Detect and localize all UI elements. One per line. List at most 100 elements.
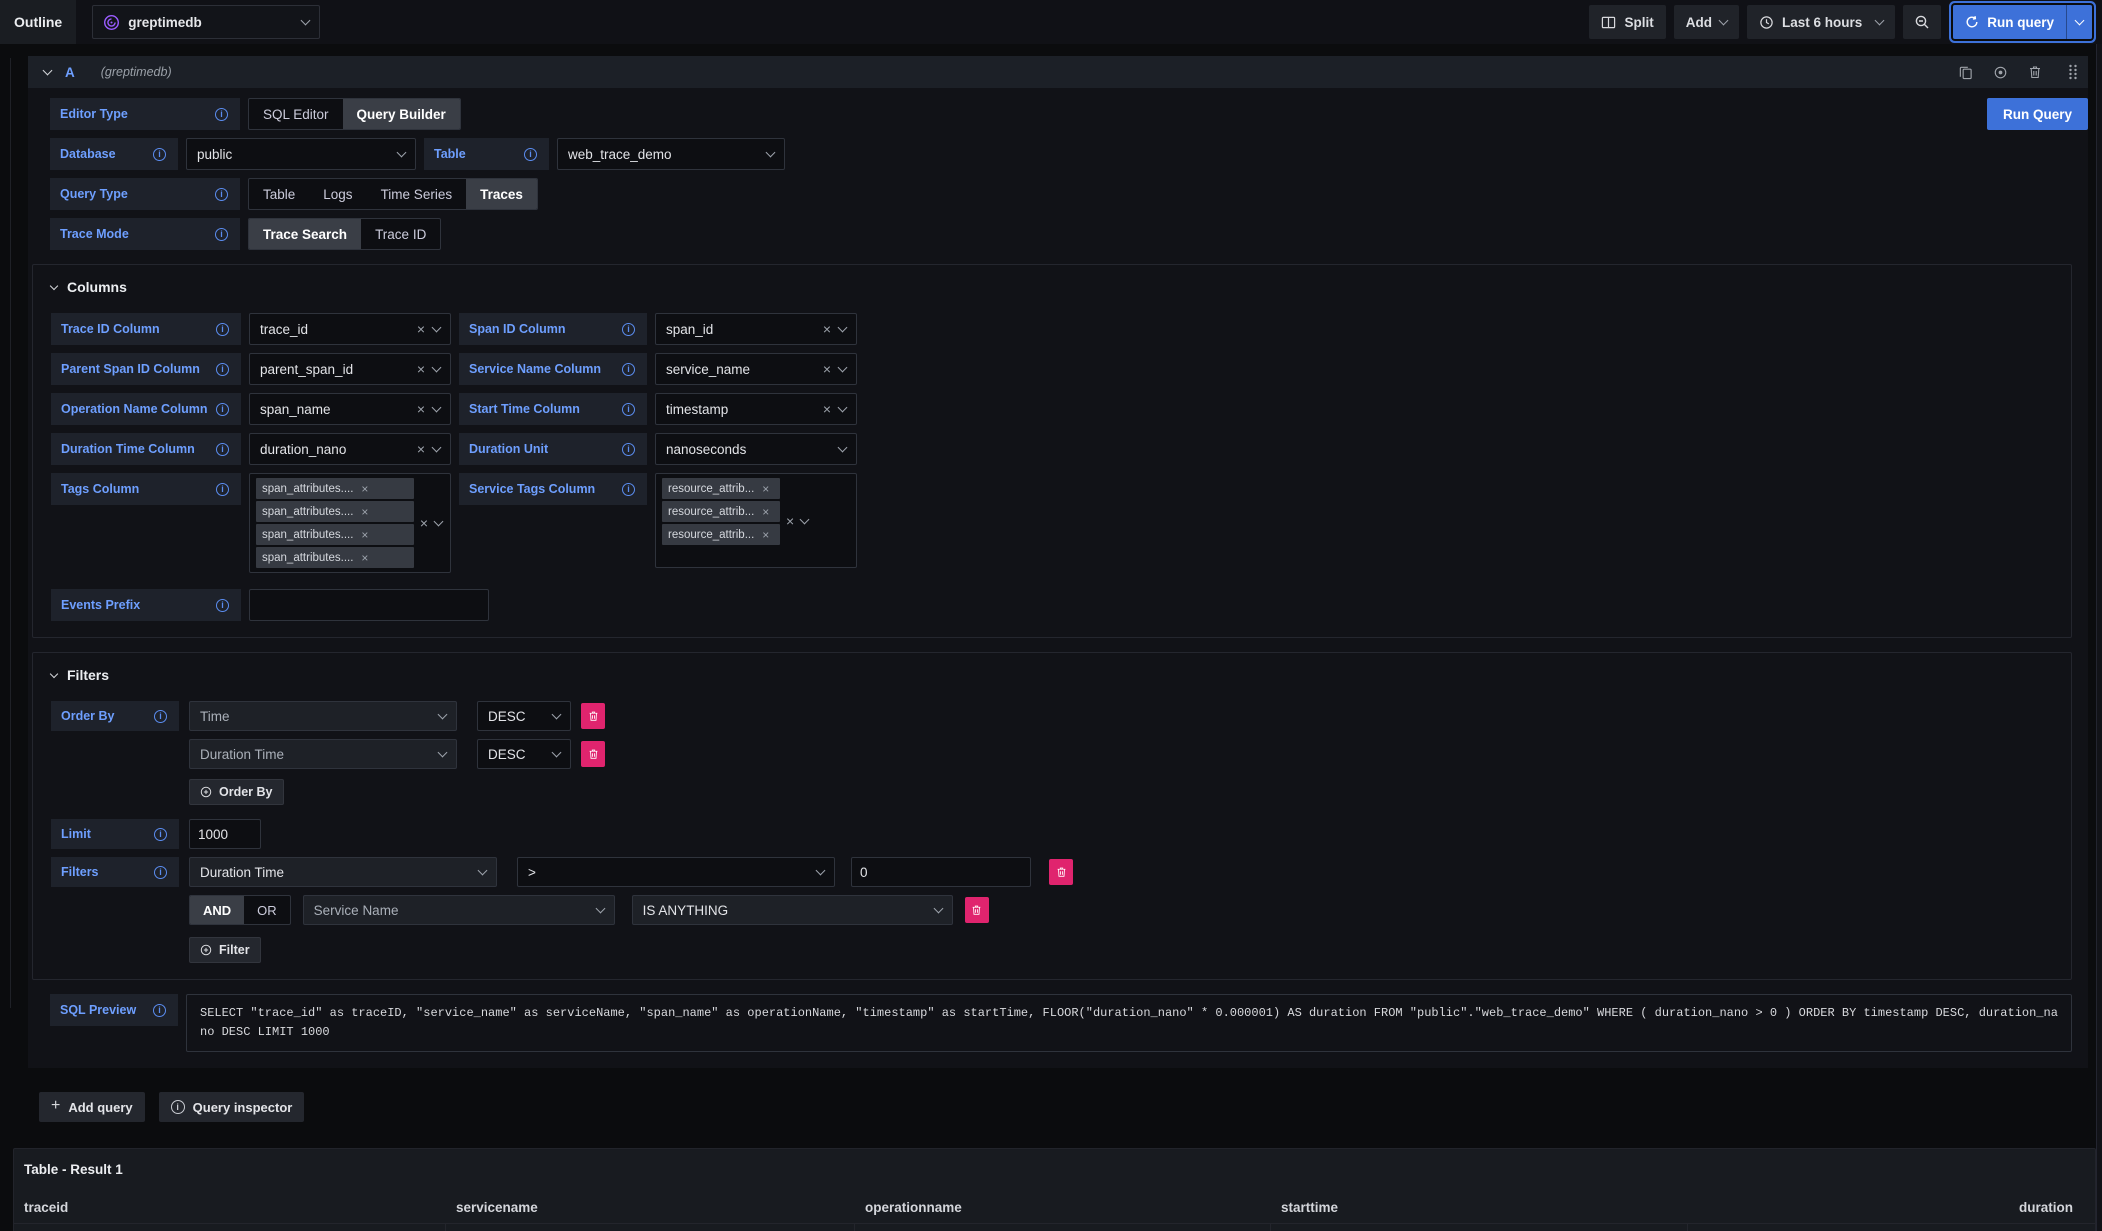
info-icon: i bbox=[622, 483, 635, 496]
datasource-picker[interactable]: greptimedb bbox=[92, 5, 320, 39]
clear-all-icon[interactable]: × bbox=[786, 514, 794, 528]
clear-icon[interactable]: × bbox=[417, 402, 425, 416]
info-icon: i bbox=[622, 443, 635, 456]
clear-icon[interactable]: × bbox=[417, 322, 425, 336]
tags-column-multiselect[interactable]: span_attributes....× span_attributes....… bbox=[249, 473, 451, 573]
delete-filter-button[interactable] bbox=[965, 897, 989, 923]
add-query-button[interactable]: + Add query bbox=[39, 1092, 145, 1122]
chevron-down-icon bbox=[838, 323, 848, 333]
columns-section-header[interactable]: Columns bbox=[51, 279, 2055, 295]
query-editor-card: A (greptimedb) Run Query Editor Typei SQ… bbox=[28, 56, 2088, 1068]
table-select[interactable]: web_trace_demo bbox=[557, 138, 785, 170]
events-prefix-input[interactable] bbox=[249, 589, 489, 621]
parent-span-id-column-select[interactable]: parent_span_id× bbox=[249, 353, 451, 385]
column-header-operationname[interactable]: operationname bbox=[855, 1191, 1271, 1223]
zoom-out-button[interactable] bbox=[1903, 5, 1941, 39]
delete-order-by-button[interactable] bbox=[581, 741, 605, 767]
editor-type-query-builder[interactable]: Query Builder bbox=[343, 99, 460, 129]
run-query-button[interactable]: Run query bbox=[1953, 5, 2066, 39]
filters-section: Filters Order By i Time DESC Duration Tim… bbox=[32, 652, 2072, 980]
operation-name-column-select[interactable]: span_name× bbox=[249, 393, 451, 425]
service-tags-column-multiselect[interactable]: resource_attrib...× resource_attrib...× … bbox=[655, 473, 857, 568]
duplicate-query-icon[interactable] bbox=[1958, 65, 1973, 80]
and-option[interactable]: AND bbox=[190, 896, 244, 924]
clear-icon[interactable]: × bbox=[823, 322, 831, 336]
query-editor-body: Run Query Editor Typei SQL Editor Query … bbox=[28, 88, 2088, 1068]
clear-icon[interactable]: × bbox=[417, 362, 425, 376]
outline-toggle[interactable]: Outline bbox=[0, 0, 76, 44]
run-query-label: Run query bbox=[1987, 15, 2054, 30]
order-by-direction-select[interactable]: DESC bbox=[477, 701, 571, 731]
remove-chip-icon[interactable]: × bbox=[762, 506, 769, 518]
filter-field-select[interactable]: Duration Time bbox=[189, 857, 497, 887]
remove-chip-icon[interactable]: × bbox=[361, 552, 368, 564]
clear-icon[interactable]: × bbox=[823, 402, 831, 416]
query-type-traces[interactable]: Traces bbox=[466, 179, 537, 209]
or-option[interactable]: OR bbox=[244, 896, 290, 924]
remove-chip-icon[interactable]: × bbox=[762, 529, 769, 541]
disable-query-icon[interactable] bbox=[1993, 65, 2008, 80]
split-button[interactable]: Split bbox=[1589, 5, 1665, 39]
clear-all-icon[interactable]: × bbox=[420, 516, 428, 530]
filter-operator-select[interactable]: IS ANYTHING bbox=[632, 895, 953, 925]
info-icon: i bbox=[215, 188, 228, 201]
info-icon: i bbox=[153, 148, 166, 161]
service-name-column-label: Service Name Columni bbox=[459, 353, 647, 385]
column-header-traceid[interactable]: traceid bbox=[14, 1191, 446, 1223]
scrollbar[interactable] bbox=[2096, 44, 2102, 1231]
service-name-column-select[interactable]: service_name× bbox=[655, 353, 857, 385]
table-row: 3768831301ea0d65adaef8b9da1cbded myproje… bbox=[14, 1223, 2095, 1231]
info-icon: i bbox=[622, 363, 635, 376]
collapse-chevron-icon[interactable] bbox=[43, 66, 53, 76]
editor-type-label: Editor Typei bbox=[50, 98, 240, 130]
editor-type-group: SQL Editor Query Builder bbox=[248, 98, 461, 130]
column-header-duration[interactable]: duration bbox=[1688, 1191, 2095, 1223]
remove-chip-icon[interactable]: × bbox=[361, 529, 368, 541]
remove-chip-icon[interactable]: × bbox=[361, 506, 368, 518]
query-type-table[interactable]: Table bbox=[249, 179, 309, 209]
time-range-picker[interactable]: Last 6 hours bbox=[1747, 5, 1895, 39]
query-inspector-button[interactable]: i Query inspector bbox=[159, 1092, 305, 1122]
query-type-time-series[interactable]: Time Series bbox=[367, 179, 467, 209]
add-button[interactable]: Add bbox=[1674, 5, 1739, 39]
duration-time-column-select[interactable]: duration_nano× bbox=[249, 433, 451, 465]
query-type-logs[interactable]: Logs bbox=[309, 179, 366, 209]
order-by-direction-select[interactable]: DESC bbox=[477, 739, 571, 769]
editor-actions: + Add query i Query inspector bbox=[39, 1092, 2102, 1122]
add-filter-wrap: Filter bbox=[189, 937, 2055, 963]
filter-field-select[interactable]: Service Name bbox=[303, 895, 615, 925]
delete-order-by-button[interactable] bbox=[581, 703, 605, 729]
column-header-servicename[interactable]: servicename bbox=[446, 1191, 855, 1223]
trace-mode-trace-id[interactable]: Trace ID bbox=[361, 219, 440, 249]
database-select[interactable]: public bbox=[186, 138, 416, 170]
filter-operator-select[interactable]: > bbox=[517, 857, 835, 887]
span-id-column-select[interactable]: span_id× bbox=[655, 313, 857, 345]
duration-unit-select[interactable]: nanoseconds bbox=[655, 433, 857, 465]
info-icon: i bbox=[154, 866, 167, 879]
order-by-field-select[interactable]: Duration Time bbox=[189, 739, 457, 769]
add-filter-button[interactable]: Filter bbox=[189, 937, 261, 963]
editor-type-sql-editor[interactable]: SQL Editor bbox=[249, 99, 343, 129]
clear-icon[interactable]: × bbox=[417, 442, 425, 456]
remove-query-icon[interactable] bbox=[2028, 65, 2042, 79]
add-order-by-button[interactable]: Order By bbox=[189, 779, 284, 805]
trace-id-column-select[interactable]: trace_id× bbox=[249, 313, 451, 345]
remove-chip-icon[interactable]: × bbox=[762, 483, 769, 495]
limit-input[interactable] bbox=[189, 819, 261, 849]
clear-icon[interactable]: × bbox=[823, 362, 831, 376]
drag-handle-icon[interactable] bbox=[2068, 64, 2078, 80]
order-by-field-select[interactable]: Time bbox=[189, 701, 457, 731]
filter-value-input[interactable] bbox=[851, 857, 1031, 887]
query-row-header[interactable]: A (greptimedb) bbox=[28, 56, 2088, 88]
run-query-editor-button[interactable]: Run Query bbox=[1987, 98, 2088, 130]
delete-filter-button[interactable] bbox=[1049, 859, 1073, 885]
trace-mode-trace-search[interactable]: Trace Search bbox=[249, 219, 361, 249]
column-header-starttime[interactable]: starttime bbox=[1271, 1191, 1688, 1223]
chevron-down-icon bbox=[766, 148, 776, 158]
editor-type-row: Editor Typei SQL Editor Query Builder bbox=[50, 98, 2072, 130]
run-query-options-button[interactable] bbox=[2066, 5, 2092, 39]
operationname-cell: SELECT bbox=[855, 1224, 1271, 1231]
filters-section-header[interactable]: Filters bbox=[51, 667, 2055, 683]
remove-chip-icon[interactable]: × bbox=[361, 483, 368, 495]
start-time-column-select[interactable]: timestamp× bbox=[655, 393, 857, 425]
